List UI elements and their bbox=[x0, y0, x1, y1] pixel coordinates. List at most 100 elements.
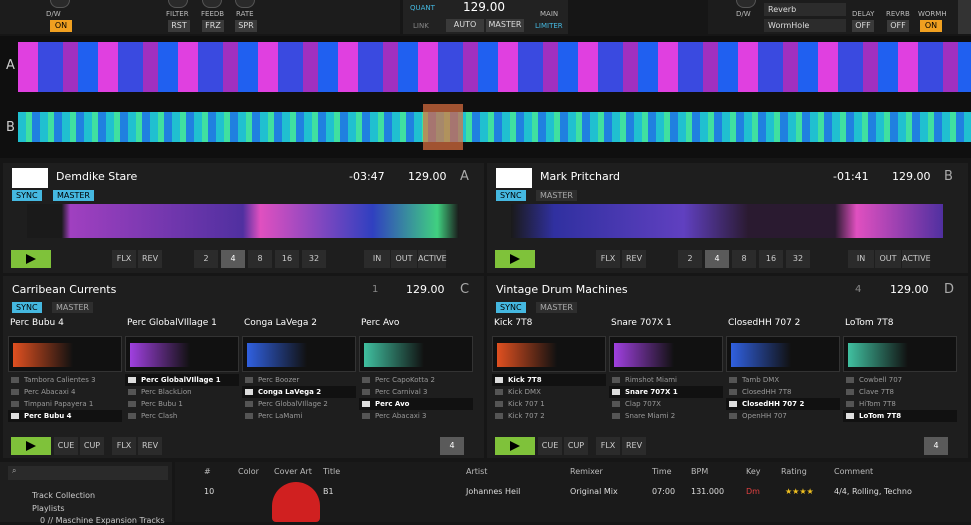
deck-b-rev-button[interactable]: REV bbox=[622, 250, 646, 268]
track-row-rating[interactable]: ★★★★ bbox=[785, 487, 814, 496]
deck-a-loop-16[interactable]: 16 bbox=[275, 250, 299, 268]
sample-item[interactable]: Timpani Papayera 1 bbox=[8, 398, 122, 410]
slot-waveform[interactable] bbox=[242, 336, 356, 372]
deck-d-slot-2[interactable]: Snare 707X 1 Rimshot Miami Snare 707X 1 Cla… bbox=[609, 318, 723, 428]
deck-b-out-button[interactable]: OUT bbox=[875, 250, 901, 268]
sample-item[interactable]: Perc Clash bbox=[125, 410, 239, 422]
deck-d-master-button[interactable]: MASTER bbox=[536, 302, 577, 313]
column-cover-art[interactable]: Cover Art bbox=[274, 467, 312, 476]
sample-item[interactable]: Perc Boozer bbox=[242, 374, 356, 386]
sample-item[interactable]: Clap 707X bbox=[609, 398, 723, 410]
sample-item[interactable]: Perc Carnival 3 bbox=[359, 386, 473, 398]
slot-waveform[interactable] bbox=[359, 336, 473, 372]
sample-item[interactable]: Perc Bubu 4 bbox=[8, 410, 122, 422]
tree-item-track-collection[interactable]: Track Collection bbox=[32, 491, 95, 500]
slot-waveform[interactable] bbox=[843, 336, 957, 372]
sample-item[interactable]: Perc GlobalVIllage 1 bbox=[125, 374, 239, 386]
deck-d-slot-3[interactable]: ClosedHH 707 2 Tamb DMX ClosedHH 7T8 Closed… bbox=[726, 318, 840, 428]
deck-b-loop-16[interactable]: 16 bbox=[759, 250, 783, 268]
deck-c-cue-button[interactable]: CUE bbox=[54, 437, 78, 455]
deck-b-master-button[interactable]: MASTER bbox=[536, 190, 577, 201]
deck-a-loop-8[interactable]: 8 bbox=[248, 250, 272, 268]
sample-item[interactable]: Tambora Calientes 3 bbox=[8, 374, 122, 386]
waveform-a[interactable] bbox=[18, 42, 971, 92]
sample-item[interactable]: HiTom 7T8 bbox=[843, 398, 957, 410]
deck-c-pager[interactable]: 4 bbox=[440, 437, 464, 455]
deck-c-slot-1[interactable]: Perc Bubu 4 Tambora Calientes 3 Perc Abaca… bbox=[8, 318, 122, 428]
effect1-select[interactable]: Reverb bbox=[764, 3, 846, 16]
sample-item[interactable]: Kick 7T8 bbox=[492, 374, 606, 386]
deck-a-out-button[interactable]: OUT bbox=[391, 250, 417, 268]
sample-item[interactable]: Kick 707 1 bbox=[492, 398, 606, 410]
deck-b-sync-button[interactable]: SYNC bbox=[496, 190, 526, 201]
deck-a-loop-32[interactable]: 32 bbox=[302, 250, 326, 268]
sample-item[interactable]: OpenHH 707 bbox=[726, 410, 840, 422]
track-row-comment[interactable]: 4/4, Rolling, Techno bbox=[834, 487, 912, 496]
column-artist[interactable]: Artist bbox=[466, 467, 487, 476]
deck-d-slot-1[interactable]: Kick 7T8 Kick 7T8 Kick DMX Kick 707 1 Kick 7… bbox=[492, 318, 606, 428]
track-row-title[interactable]: B1 bbox=[323, 487, 334, 496]
deck-b-loop-2[interactable]: 2 bbox=[678, 250, 702, 268]
sample-item[interactable]: Snare Miami 2 bbox=[609, 410, 723, 422]
master-button[interactable]: MASTER bbox=[486, 19, 524, 32]
sample-item[interactable]: Kick 707 2 bbox=[492, 410, 606, 422]
deck-d-play-button[interactable] bbox=[495, 437, 535, 455]
slot-waveform[interactable] bbox=[726, 336, 840, 372]
sample-item[interactable]: Perc Bubu 1 bbox=[125, 398, 239, 410]
deck-a-play-button[interactable] bbox=[11, 250, 51, 268]
deck-b-play-button[interactable] bbox=[495, 250, 535, 268]
auto-button[interactable]: AUTO bbox=[446, 19, 484, 32]
deck-c-flx-button[interactable]: FLX bbox=[112, 437, 136, 455]
deck-b-loop-8[interactable]: 8 bbox=[732, 250, 756, 268]
column-color[interactable]: Color bbox=[238, 467, 259, 476]
sample-item[interactable]: Clave 7T8 bbox=[843, 386, 957, 398]
column-title[interactable]: Title bbox=[323, 467, 340, 476]
deck-c-slot-3[interactable]: Conga LaVega 2 Perc Boozer Conga LaVega 2P… bbox=[242, 318, 356, 428]
sample-item[interactable]: ClosedHH 707 2 bbox=[726, 398, 840, 410]
deck-d-flx-button[interactable]: FLX bbox=[596, 437, 620, 455]
deck-c-play-button[interactable] bbox=[11, 437, 51, 455]
deck-a-waveform[interactable] bbox=[27, 204, 459, 238]
deck-b-waveform[interactable] bbox=[511, 204, 943, 238]
delay-off-button[interactable]: OFF bbox=[852, 20, 874, 32]
deck-a-active-button[interactable]: ACTIVE bbox=[418, 250, 447, 268]
deck-d-sync-button[interactable]: SYNC bbox=[496, 302, 526, 313]
limiter-label[interactable]: LIMITER bbox=[535, 22, 563, 30]
deck-a-sync-button[interactable]: SYNC bbox=[12, 190, 42, 201]
quant-label[interactable]: QUANT bbox=[410, 4, 435, 12]
sample-item[interactable]: Perc CapoKotta 2 bbox=[359, 374, 473, 386]
search-input[interactable]: ⌕ bbox=[8, 466, 168, 480]
column-rating[interactable]: Rating bbox=[781, 467, 807, 476]
slot-waveform[interactable] bbox=[125, 336, 239, 372]
track-row-bpm[interactable]: 131.000 bbox=[691, 487, 724, 496]
deck-a-rev-button[interactable]: REV bbox=[138, 250, 162, 268]
spr-button[interactable]: SPR bbox=[235, 20, 257, 32]
sample-item[interactable]: Conga LaVega 2 bbox=[242, 386, 356, 398]
deck-d-cup-button[interactable]: CUP bbox=[564, 437, 588, 455]
sample-item[interactable]: LoTom 7T8 bbox=[843, 410, 957, 422]
scrollbar-top[interactable] bbox=[958, 0, 971, 34]
slot-waveform[interactable] bbox=[609, 336, 723, 372]
sample-item[interactable]: Perc Abacaxi 3 bbox=[359, 410, 473, 422]
rst-button[interactable]: RST bbox=[168, 20, 190, 32]
frz-button[interactable]: FRZ bbox=[202, 20, 224, 32]
sample-item[interactable]: Cowbell 707 bbox=[843, 374, 957, 386]
sample-item[interactable]: Perc Abacaxi 4 bbox=[8, 386, 122, 398]
slot-waveform[interactable] bbox=[8, 336, 122, 372]
deck-c-rev-button[interactable]: REV bbox=[138, 437, 162, 455]
track-row-artist[interactable]: Johannes Heil bbox=[466, 487, 520, 496]
deck-a-loop-2[interactable]: 2 bbox=[194, 250, 218, 268]
column-bpm[interactable]: BPM bbox=[691, 467, 708, 476]
deck-a-master-button[interactable]: MASTER bbox=[53, 190, 94, 201]
column-time[interactable]: Time bbox=[652, 467, 672, 476]
column-remixer[interactable]: Remixer bbox=[570, 467, 603, 476]
effect2-select[interactable]: WormHole bbox=[764, 19, 846, 32]
deck-d-slot-4[interactable]: LoTom 7T8 Cowbell 707 Clave 7T8 HiTom 7T8 Lo… bbox=[843, 318, 957, 428]
deck-d-pager[interactable]: 4 bbox=[924, 437, 948, 455]
sample-item[interactable]: Snare 707X 1 bbox=[609, 386, 723, 398]
column-num[interactable]: # bbox=[204, 467, 211, 476]
deck-d-rev-button[interactable]: REV bbox=[622, 437, 646, 455]
waveform-b[interactable] bbox=[18, 112, 971, 142]
tree-item-maschine[interactable]: 0 // Maschine Expansion Tracks bbox=[40, 516, 165, 525]
column-key[interactable]: Key bbox=[746, 467, 761, 476]
